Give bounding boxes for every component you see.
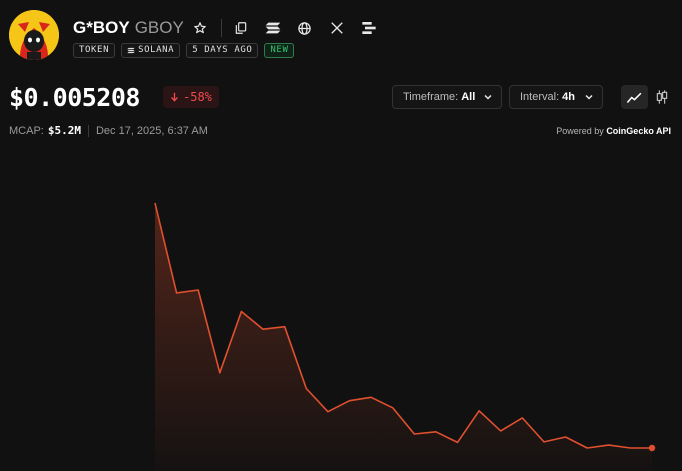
last-price-point (648, 444, 656, 452)
price-chart[interactable] (0, 0, 682, 471)
price-area-fill (155, 203, 652, 471)
